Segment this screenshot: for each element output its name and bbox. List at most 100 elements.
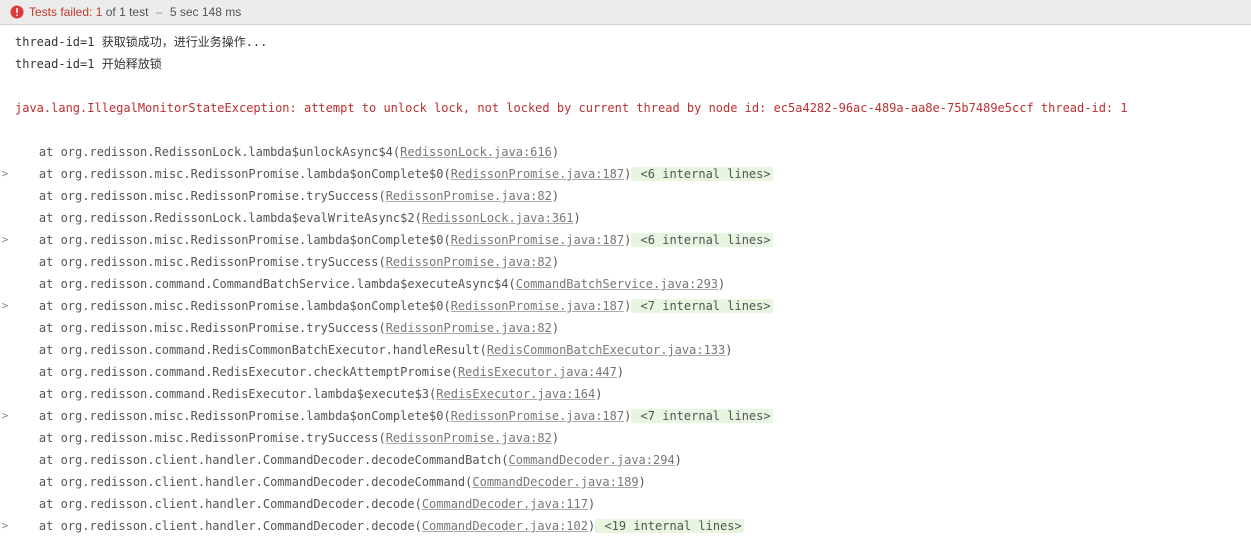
trace-row: at org.redisson.misc.RedissonPromise.try… [0, 317, 1251, 339]
trace-row: at org.redisson.misc.RedissonPromise.try… [0, 427, 1251, 449]
trace-after: ) [552, 321, 559, 335]
trace-method: at org.redisson.misc.RedissonPromise.lam… [10, 409, 451, 423]
trace-line: at org.redisson.misc.RedissonPromise.try… [10, 317, 559, 339]
trace-method: at org.redisson.command.CommandBatchServ… [10, 277, 516, 291]
elapsed-time: 5 sec 148 ms [170, 5, 241, 19]
trace-row: at org.redisson.command.RedisCommonBatch… [0, 339, 1251, 361]
trace-row: at org.redisson.client.handler.CommandDe… [0, 449, 1251, 471]
source-link[interactable]: RedissonPromise.java:187 [451, 167, 624, 181]
trace-method: at org.redisson.client.handler.CommandDe… [10, 497, 422, 511]
trace-row: at org.redisson.client.handler.CommandDe… [0, 471, 1251, 493]
internal-lines-badge[interactable]: <19 internal lines> [595, 519, 744, 533]
trace-row: at org.redisson.RedissonLock.lambda$unlo… [0, 141, 1251, 163]
trace-after: ) [574, 211, 581, 225]
trace-line: at org.redisson.RedissonLock.lambda$eval… [10, 207, 581, 229]
exception-message: java.lang.IllegalMonitorStateException: … [0, 97, 1251, 119]
trace-method: at org.redisson.misc.RedissonPromise.try… [10, 321, 386, 335]
source-link[interactable]: RedisExecutor.java:447 [458, 365, 617, 379]
expand-toggle[interactable]: > [0, 229, 10, 251]
trace-line: at org.redisson.client.handler.CommandDe… [10, 515, 744, 537]
source-link[interactable]: CommandDecoder.java:102 [422, 519, 588, 533]
trace-line: at org.redisson.misc.RedissonPromise.lam… [10, 405, 773, 427]
trace-after: ) [617, 365, 624, 379]
trace-line: at org.redisson.client.handler.CommandDe… [10, 449, 682, 471]
trace-method: at org.redisson.misc.RedissonPromise.try… [10, 255, 386, 269]
internal-lines-badge[interactable]: <7 internal lines> [631, 299, 772, 313]
trace-line: at org.redisson.client.handler.CommandDe… [10, 471, 646, 493]
source-link[interactable]: CommandDecoder.java:189 [472, 475, 638, 489]
trace-row: > at org.redisson.client.handler.Command… [0, 515, 1251, 537]
trace-method: at org.redisson.client.handler.CommandDe… [10, 475, 472, 489]
trace-row: at org.redisson.command.RedisExecutor.la… [0, 383, 1251, 405]
expand-toggle[interactable]: > [0, 405, 10, 427]
trace-row: at org.redisson.client.handler.CommandDe… [0, 493, 1251, 515]
trace-method: at org.redisson.RedissonLock.lambda$unlo… [10, 145, 400, 159]
trace-after: ) [552, 431, 559, 445]
source-link[interactable]: RedissonPromise.java:187 [451, 233, 624, 247]
trace-after: ) [552, 189, 559, 203]
failed-count: 1 [96, 5, 103, 19]
trace-row: at org.redisson.command.RedisExecutor.ch… [0, 361, 1251, 383]
blank-line [0, 75, 1251, 97]
trace-after: ) [552, 145, 559, 159]
source-link[interactable]: RedissonPromise.java:187 [451, 409, 624, 423]
trace-line: at org.redisson.misc.RedissonPromise.try… [10, 427, 559, 449]
trace-after: ) [725, 343, 732, 357]
source-link[interactable]: RedissonPromise.java:82 [386, 255, 552, 269]
trace-row: > at org.redisson.misc.RedissonPromise.l… [0, 295, 1251, 317]
trace-row: > at org.redisson.misc.RedissonPromise.l… [0, 405, 1251, 427]
trace-after: ) [552, 255, 559, 269]
of-tests-label: of 1 test [106, 5, 149, 19]
trace-after: ) [588, 497, 595, 511]
source-link[interactable]: RedissonPromise.java:82 [386, 189, 552, 203]
trace-after: ) [718, 277, 725, 291]
trace-line: at org.redisson.command.RedisExecutor.ch… [10, 361, 624, 383]
source-link[interactable]: CommandBatchService.java:293 [516, 277, 718, 291]
expand-toggle[interactable]: > [0, 515, 10, 537]
source-link[interactable]: RedissonPromise.java:82 [386, 431, 552, 445]
trace-line: at org.redisson.command.RedisExecutor.la… [10, 383, 602, 405]
sep: – [156, 5, 163, 19]
trace-row: at org.redisson.misc.RedissonPromise.try… [0, 185, 1251, 207]
source-link[interactable]: RedisExecutor.java:164 [436, 387, 595, 401]
trace-method: at org.redisson.misc.RedissonPromise.lam… [10, 299, 451, 313]
trace-method: at org.redisson.misc.RedissonPromise.try… [10, 431, 386, 445]
trace-method: at org.redisson.command.RedisExecutor.ch… [10, 365, 458, 379]
source-link[interactable]: RedissonPromise.java:82 [386, 321, 552, 335]
source-link[interactable]: CommandDecoder.java:294 [509, 453, 675, 467]
trace-line: at org.redisson.misc.RedissonPromise.try… [10, 251, 559, 273]
trace-method: at org.redisson.misc.RedissonPromise.lam… [10, 167, 451, 181]
trace-after: ) [675, 453, 682, 467]
expand-toggle[interactable]: > [0, 163, 10, 185]
internal-lines-badge[interactable]: <7 internal lines> [631, 409, 772, 423]
fail-icon [10, 5, 24, 19]
trace-line: at org.redisson.command.CommandBatchServ… [10, 273, 725, 295]
trace-line: at org.redisson.misc.RedissonPromise.lam… [10, 163, 773, 185]
source-link[interactable]: RedisCommonBatchExecutor.java:133 [487, 343, 725, 357]
trace-method: at org.redisson.misc.RedissonPromise.try… [10, 189, 386, 203]
trace-line: at org.redisson.RedissonLock.lambda$unlo… [10, 141, 559, 163]
trace-row: at org.redisson.misc.RedissonPromise.try… [0, 251, 1251, 273]
trace-after: ) [639, 475, 646, 489]
source-link[interactable]: RedissonLock.java:616 [400, 145, 552, 159]
source-link[interactable]: RedissonLock.java:361 [422, 211, 574, 225]
internal-lines-badge[interactable]: <6 internal lines> [631, 167, 772, 181]
source-link[interactable]: CommandDecoder.java:117 [422, 497, 588, 511]
trace-line: at org.redisson.misc.RedissonPromise.try… [10, 185, 559, 207]
trace-line: at org.redisson.command.RedisCommonBatch… [10, 339, 732, 361]
source-link[interactable]: RedissonPromise.java:187 [451, 299, 624, 313]
failed-label: Tests failed: [29, 5, 92, 19]
trace-method: at org.redisson.command.RedisExecutor.la… [10, 387, 436, 401]
trace-method: at org.redisson.command.RedisCommonBatch… [10, 343, 487, 357]
trace-row: > at org.redisson.misc.RedissonPromise.l… [0, 163, 1251, 185]
trace-row: at org.redisson.RedissonLock.lambda$eval… [0, 207, 1251, 229]
blank-line [0, 119, 1251, 141]
trace-row: > at org.redisson.misc.RedissonPromise.l… [0, 229, 1251, 251]
log-line: thread-id=1 获取锁成功，进行业务操作... [0, 31, 1251, 53]
trace-line: at org.redisson.client.handler.CommandDe… [10, 493, 595, 515]
test-summary-text: Tests failed: 1 of 1 test – 5 sec 148 ms [29, 5, 241, 19]
trace-row: at org.redisson.command.CommandBatchServ… [0, 273, 1251, 295]
trace-method: at org.redisson.client.handler.CommandDe… [10, 453, 509, 467]
expand-toggle[interactable]: > [0, 295, 10, 317]
internal-lines-badge[interactable]: <6 internal lines> [631, 233, 772, 247]
